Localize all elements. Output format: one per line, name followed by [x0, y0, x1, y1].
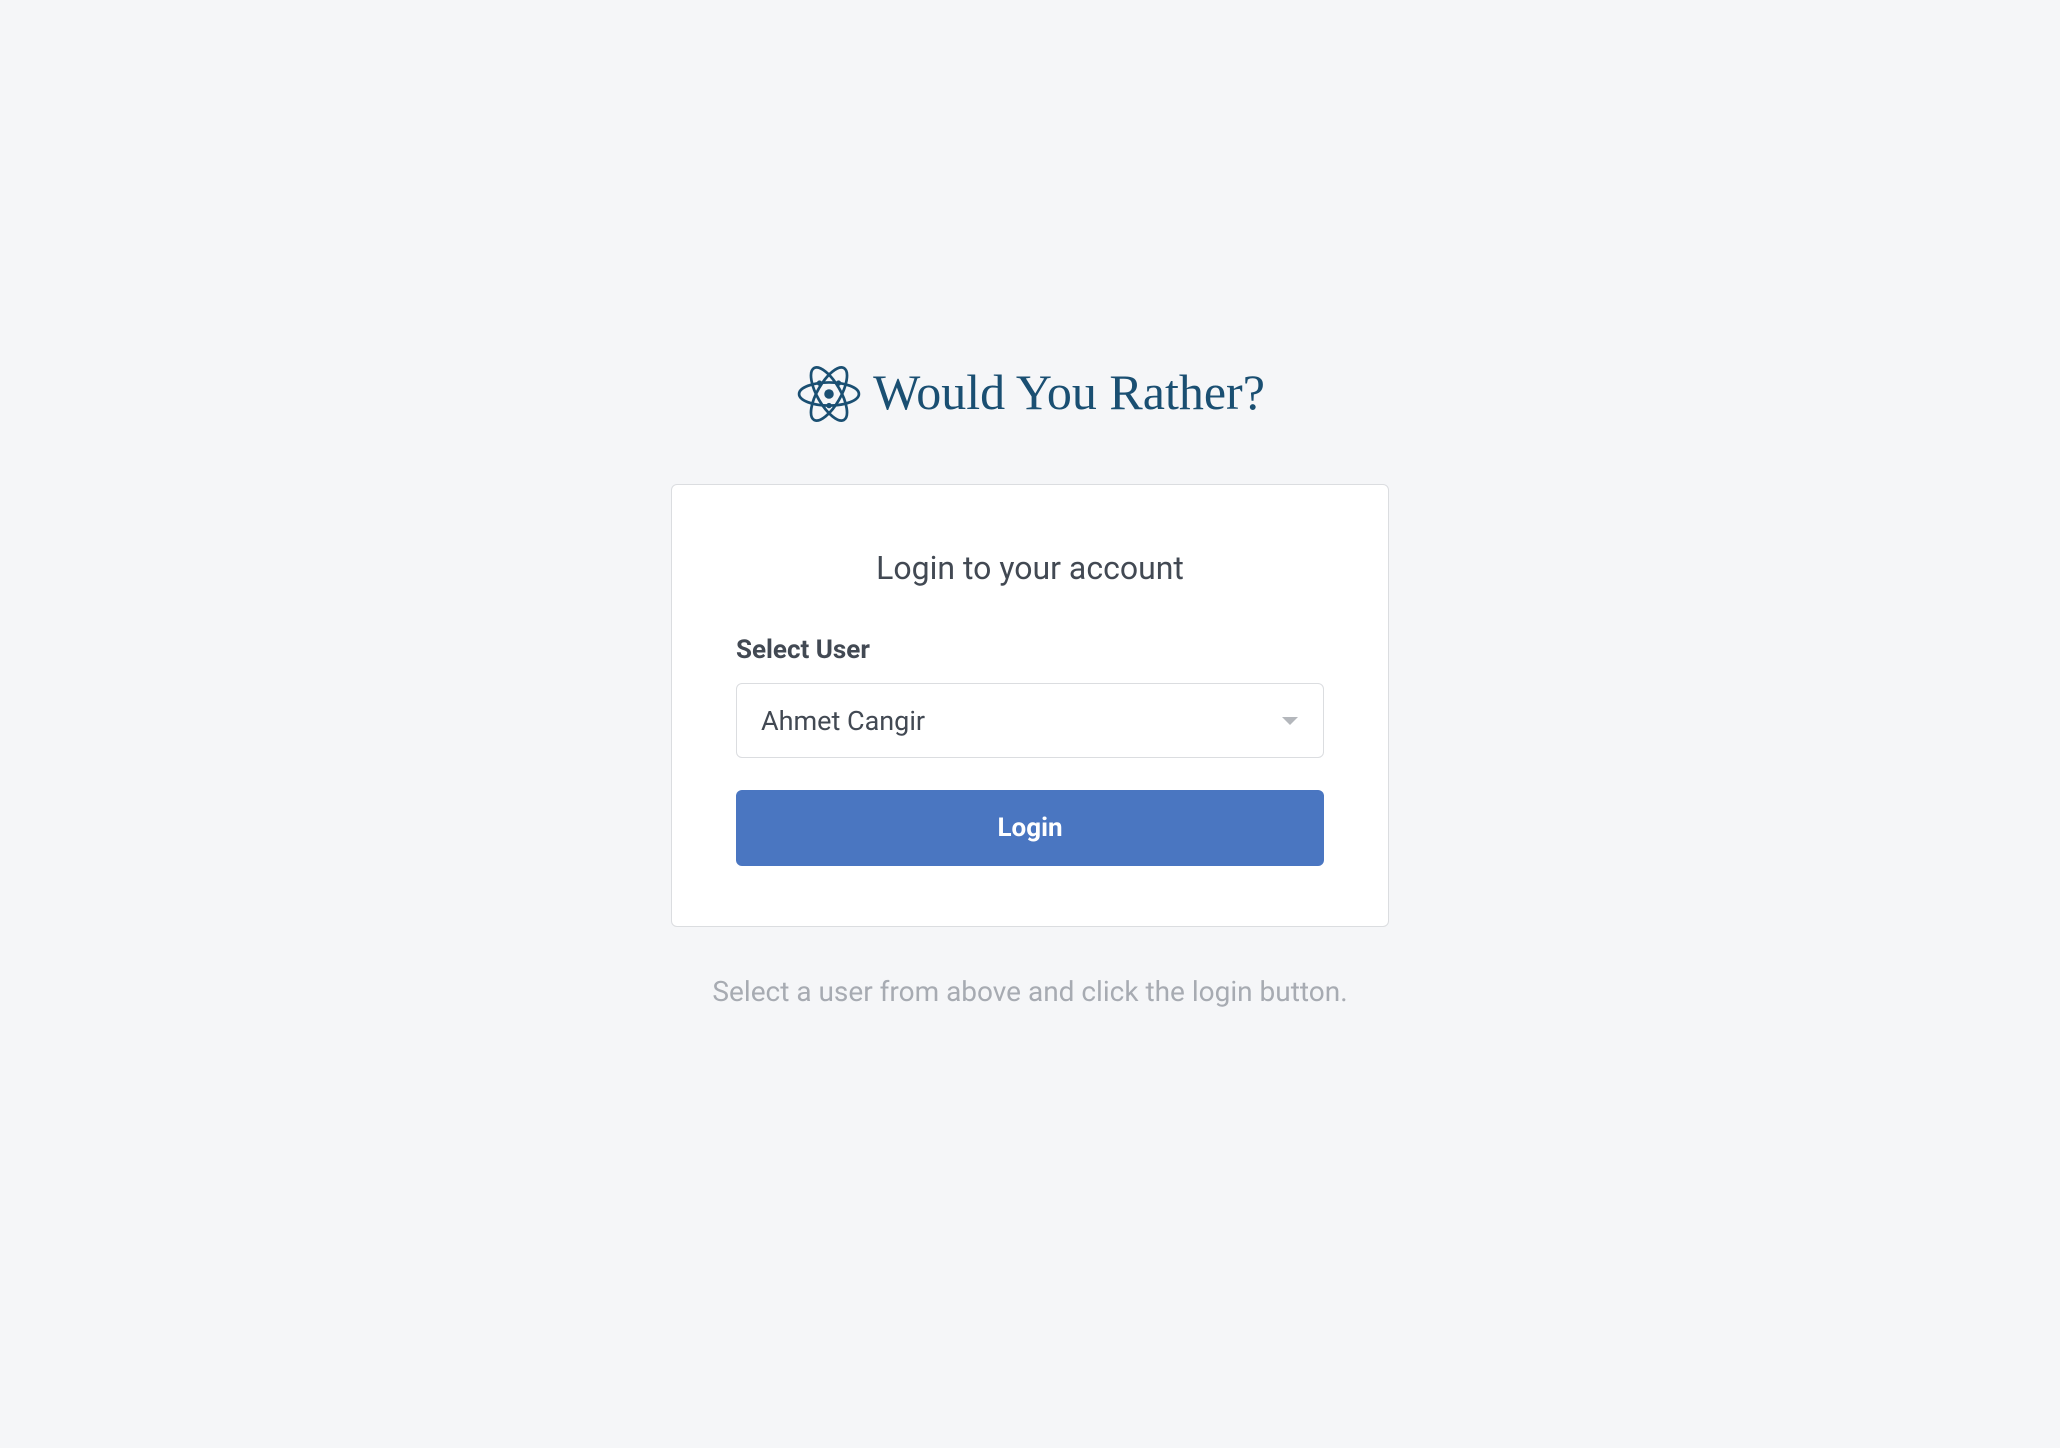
- select-user-label: Select User: [736, 635, 1324, 665]
- login-button[interactable]: Login: [736, 790, 1324, 866]
- user-select[interactable]: Ahmet Cangir: [736, 683, 1324, 758]
- login-card: Login to your account Select User Ahmet …: [671, 484, 1389, 927]
- helper-text: Select a user from above and click the l…: [712, 975, 1347, 1008]
- card-title: Login to your account: [736, 549, 1324, 587]
- user-select-wrapper: Ahmet Cangir: [736, 683, 1324, 758]
- page-title: Would You Rather?: [873, 363, 1265, 421]
- login-container: Would You Rather? Login to your account …: [0, 360, 2060, 1008]
- atom-icon: [795, 360, 863, 424]
- header: Would You Rather?: [795, 360, 1265, 424]
